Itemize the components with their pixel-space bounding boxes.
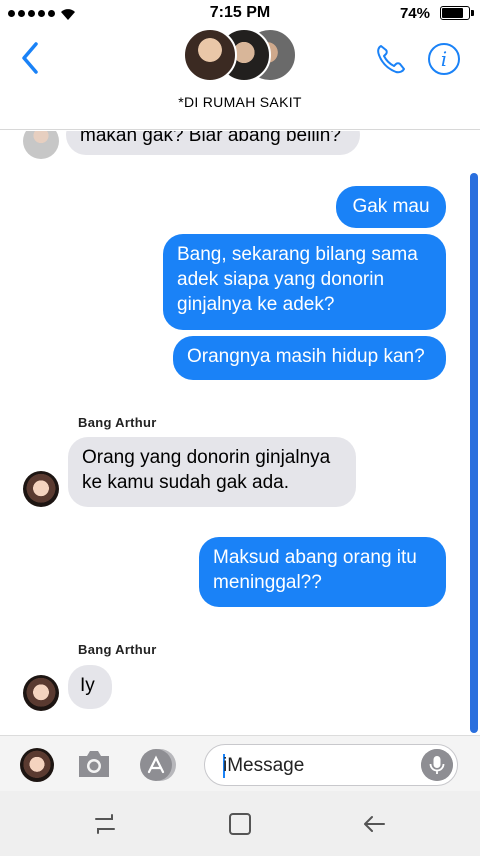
conversation-header: *DI RUMAH SAKIT i xyxy=(0,26,480,130)
message-text: Gak mau xyxy=(352,196,430,217)
message-text: Iy xyxy=(80,675,95,696)
outgoing-message[interactable]: Maksud abang orang itu meninggal?? xyxy=(199,537,446,607)
outgoing-message[interactable]: Gak mau xyxy=(336,186,446,228)
message-text: meninggal?? xyxy=(213,572,322,593)
scrollbar[interactable] xyxy=(470,173,478,733)
app-store-icon[interactable] xyxy=(138,748,178,782)
avatar xyxy=(23,675,59,711)
status-bar: 7:15 PM 74% xyxy=(0,0,480,26)
system-nav-bar xyxy=(0,791,480,856)
camera-icon[interactable] xyxy=(76,748,112,780)
phone-icon[interactable] xyxy=(374,42,408,76)
message-text: ginjalnya ke adek? xyxy=(177,294,335,315)
message-text: makan gak? Biar abang beliin? xyxy=(80,131,341,146)
incoming-message[interactable]: Orang yang donorin ginjalnya ke kamu sud… xyxy=(68,437,356,507)
battery-percentage: 74% xyxy=(399,5,430,22)
message-list[interactable]: makan gak? Biar abang beliin? Gak mau Ba… xyxy=(0,131,480,735)
sender-name: Bang Arthur xyxy=(78,415,157,430)
info-icon[interactable]: i xyxy=(428,43,460,75)
avatar xyxy=(23,471,59,507)
message-text: Orang yang donorin ginjalnya xyxy=(82,447,331,468)
message-text: Bang, sekarang bilang sama xyxy=(177,244,418,265)
message-input[interactable]: iMessage xyxy=(204,744,458,786)
avatar xyxy=(183,28,237,82)
avatar xyxy=(23,131,59,159)
message-input-placeholder: iMessage xyxy=(223,755,305,776)
message-text: ke kamu sudah gak ada. xyxy=(82,472,290,493)
incoming-message[interactable]: Iy xyxy=(68,665,112,709)
sender-name: Bang Arthur xyxy=(78,642,157,657)
contact-name[interactable]: *DI RUMAH SAKIT xyxy=(0,94,480,110)
message-text: Orangnya masih hidup kan? xyxy=(187,346,425,367)
avatar[interactable] xyxy=(20,748,54,782)
outgoing-message[interactable]: Bang, sekarang bilang sama adek siapa ya… xyxy=(163,234,446,330)
back-arrow-icon[interactable] xyxy=(360,809,390,839)
back-chevron-icon[interactable] xyxy=(16,40,46,76)
recent-apps-icon[interactable] xyxy=(90,809,120,839)
outgoing-message[interactable]: Orangnya masih hidup kan? xyxy=(173,336,446,380)
message-text: adek siapa yang donorin xyxy=(177,269,385,290)
compose-bar: iMessage xyxy=(0,735,480,791)
battery-icon xyxy=(440,6,474,20)
home-icon[interactable] xyxy=(225,809,255,839)
incoming-message[interactable]: makan gak? Biar abang beliin? xyxy=(66,131,360,155)
group-avatars[interactable] xyxy=(183,28,298,82)
microphone-icon[interactable] xyxy=(421,749,453,781)
message-text: Maksud abang orang itu xyxy=(213,547,417,568)
